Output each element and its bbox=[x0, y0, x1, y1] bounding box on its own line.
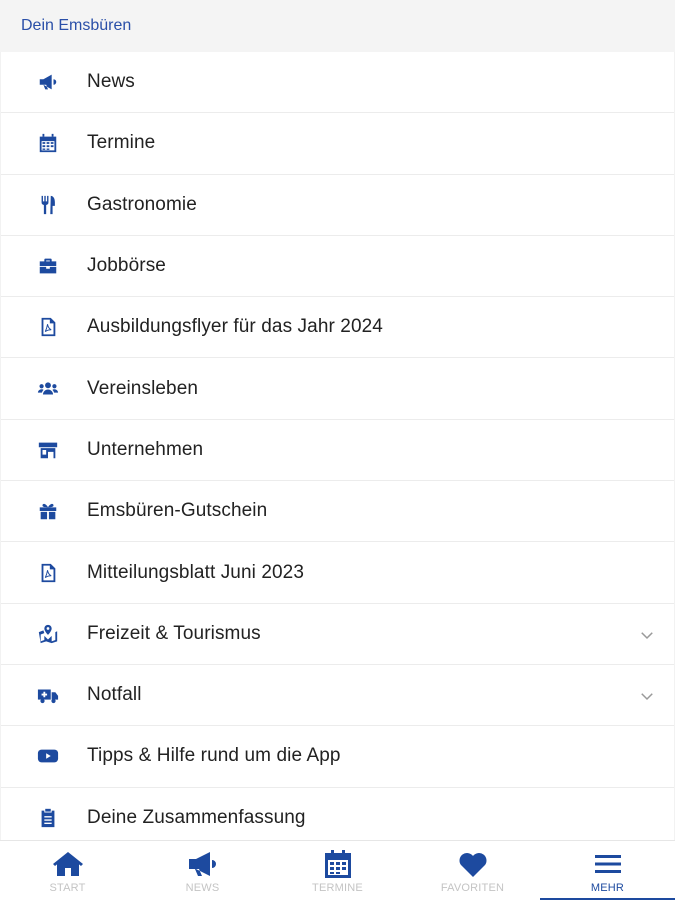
ambulance-icon bbox=[1, 684, 87, 706]
menu-item-label: Gastronomie bbox=[87, 193, 197, 215]
tab-label: START bbox=[49, 882, 86, 894]
pdf-file-icon bbox=[1, 316, 87, 338]
menu-item-label: Vereinsleben bbox=[87, 377, 199, 399]
megaphone-icon bbox=[188, 852, 216, 876]
youtube-icon bbox=[1, 745, 87, 767]
menu-icon bbox=[594, 855, 621, 873]
tab-termine[interactable]: TERMINE bbox=[270, 841, 405, 900]
heart-icon bbox=[459, 853, 486, 877]
menu-item-jobboerse[interactable]: Jobbörse bbox=[1, 235, 674, 298]
bottom-tab-bar: START NEWS TERMINE FAVORITEN MEHR bbox=[0, 840, 675, 900]
menu-item-zusammenfassung[interactable]: Deine Zusammenfassung bbox=[1, 787, 674, 840]
menu-item-vereinsleben[interactable]: Vereinsleben bbox=[1, 358, 674, 420]
tab-mehr[interactable]: MEHR bbox=[540, 841, 675, 900]
store-icon bbox=[1, 439, 87, 461]
menu-item-label: Freizeit & Tourismus bbox=[87, 622, 261, 644]
tab-news[interactable]: NEWS bbox=[135, 841, 270, 900]
megaphone-icon bbox=[1, 71, 87, 93]
chevron-down-icon[interactable] bbox=[638, 687, 656, 705]
menu-item-mitteilungsblatt[interactable]: Mitteilungsblatt Juni 2023 bbox=[1, 542, 674, 604]
map-marked-icon bbox=[1, 623, 87, 645]
menu-item-label: Emsbüren-Gutschein bbox=[87, 500, 268, 522]
menu-item-freizeit-tourismus[interactable]: Freizeit & Tourismus bbox=[1, 603, 674, 665]
menu-list: News Termine Gastronomie Jobbörse Ausbil… bbox=[0, 52, 675, 840]
calendar-icon bbox=[1, 132, 87, 154]
calendar-icon bbox=[324, 850, 351, 878]
menu-item-label: Jobbörse bbox=[87, 255, 166, 277]
tab-label: FAVORITEN bbox=[440, 882, 505, 894]
app-header: Dein Emsbüren bbox=[0, 0, 675, 52]
clipboard-icon bbox=[1, 807, 87, 829]
menu-item-label: Deine Zusammenfassung bbox=[87, 806, 306, 828]
menu-item-label: Mitteilungsblatt Juni 2023 bbox=[87, 561, 305, 583]
header-title: Dein Emsbüren bbox=[21, 17, 132, 34]
menu-item-notfall[interactable]: Notfall bbox=[1, 664, 674, 727]
menu-item-label: Notfall bbox=[87, 684, 142, 706]
tab-favoriten[interactable]: FAVORITEN bbox=[405, 841, 540, 900]
users-icon bbox=[1, 378, 87, 400]
tab-label: TERMINE bbox=[312, 882, 363, 894]
tab-label: NEWS bbox=[185, 882, 220, 894]
home-icon bbox=[52, 852, 83, 876]
tab-start[interactable]: START bbox=[0, 841, 135, 900]
menu-item-label: Termine bbox=[87, 132, 156, 154]
menu-item-news[interactable]: News bbox=[1, 52, 674, 114]
utensils-icon bbox=[1, 194, 87, 216]
briefcase-icon bbox=[1, 255, 87, 277]
pdf-file-icon bbox=[1, 562, 87, 584]
menu-item-unternehmen[interactable]: Unternehmen bbox=[1, 419, 674, 482]
menu-item-label: Unternehmen bbox=[87, 438, 204, 460]
menu-item-gutschein[interactable]: Emsbüren-Gutschein bbox=[1, 481, 674, 543]
menu-item-termine[interactable]: Termine bbox=[1, 113, 674, 175]
menu-item-ausbildungsflyer[interactable]: Ausbildungsflyer für das Jahr 2024 bbox=[1, 297, 674, 359]
menu-item-label: News bbox=[87, 71, 135, 93]
menu-item-label: Ausbildungsflyer für das Jahr 2024 bbox=[87, 316, 383, 338]
menu-item-tipps-hilfe[interactable]: Tipps & Hilfe rund um die App bbox=[1, 726, 674, 788]
chevron-down-icon[interactable] bbox=[638, 626, 656, 644]
menu-item-label: Tipps & Hilfe rund um die App bbox=[87, 745, 341, 767]
gift-icon bbox=[1, 500, 87, 522]
menu-item-gastronomie[interactable]: Gastronomie bbox=[1, 174, 674, 236]
tab-label: MEHR bbox=[590, 882, 625, 894]
